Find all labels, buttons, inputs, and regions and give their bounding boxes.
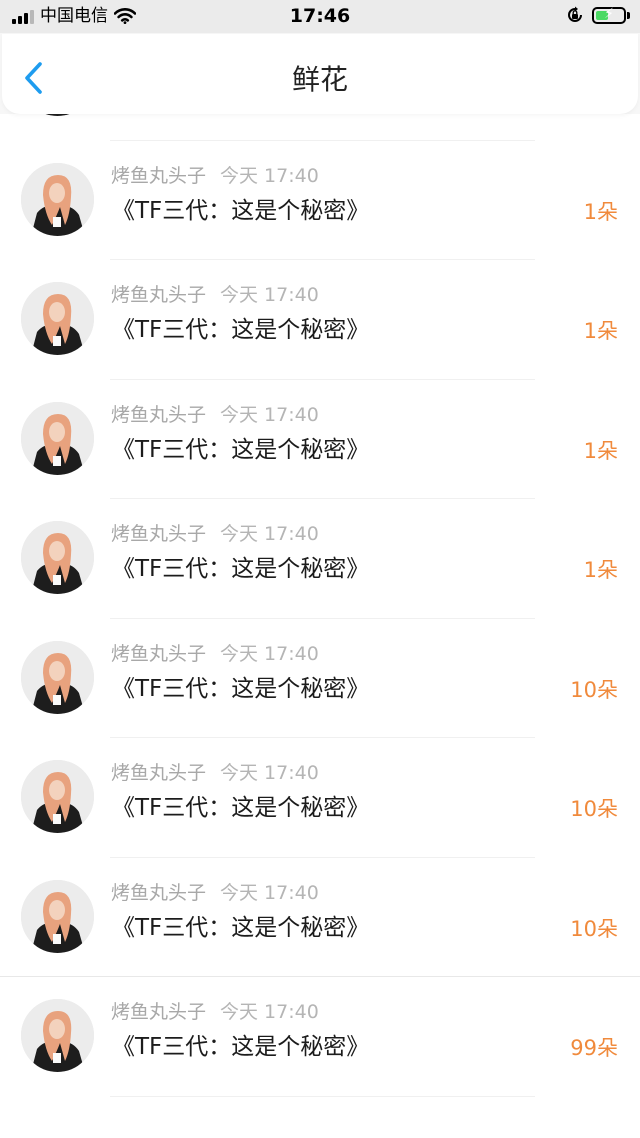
avatar[interactable] (21, 521, 94, 594)
list-item[interactable]: 烤鱼丸头子 今天 17:40 《TF三代：这是个秘密》 1朵 (0, 499, 640, 619)
sender-meta: 烤鱼丸头子 今天 17:40 (111, 521, 319, 547)
sender-name: 烤鱼丸头子 (111, 284, 207, 306)
status-time: 17:46 (289, 5, 351, 27)
sent-time: 今天 17:40 (220, 642, 319, 665)
book-title: 《TF三代：这是个秘密》 (112, 795, 370, 821)
sender-name: 烤鱼丸头子 (111, 642, 207, 665)
battery-icon: ⚡ (592, 5, 626, 24)
book-title: 《TF三代：这是个秘密》 (112, 675, 370, 702)
list-item[interactable]: 烤鱼丸头子 今天 17:40 《TF三代：这是个秘密》 10朵 (0, 619, 640, 738)
list-item[interactable]: 烤鱼丸头子 今天 17:40 《TF三代：这是个秘密》 10朵 (0, 858, 640, 977)
list-item[interactable]: 烤鱼丸头子 今天 17:40 《TF三代：这是个秘密》 1朵 (0, 260, 640, 380)
status-bar: 中国电信 17:46 ⚡ (0, 0, 640, 33)
avatar[interactable] (21, 114, 94, 116)
sender-meta: 烤鱼丸头子 今天 17:40 (111, 999, 319, 1025)
sent-time: 今天 17:40 (220, 284, 319, 306)
flower-count: 10朵 (570, 677, 618, 702)
sender-name: 烤鱼丸头子 (111, 1001, 207, 1023)
flower-count: 10朵 (570, 797, 618, 821)
sender-meta: 烤鱼丸头子 今天 17:40 (111, 760, 319, 786)
sender-name: 烤鱼丸头子 (111, 762, 207, 784)
book-title: 《TF三代：这是个秘密》 (112, 1034, 370, 1060)
sender-meta: 烤鱼丸头子 今天 17:40 (111, 282, 319, 308)
sent-time: 今天 17:40 (220, 1001, 319, 1023)
avatar[interactable] (21, 401, 94, 475)
sender-meta: 烤鱼丸头子 今天 17:40 (111, 163, 319, 189)
sent-time: 今天 17:40 (220, 523, 319, 545)
book-title: 《TF三代：这是个秘密》 (112, 556, 370, 582)
list-item[interactable]: 《TF三代：这是个秘密》 1朵 (0, 114, 640, 141)
sender-meta: 烤鱼丸头子 今天 17:40 (111, 880, 319, 906)
row-divider (110, 1095, 535, 1097)
list-item[interactable]: 烤鱼丸头子 今天 17:40 《TF三代：这是个秘密》 10朵 (0, 738, 640, 858)
nav-bar: 鲜花 (2, 34, 638, 114)
sender-meta: 烤鱼丸头子 今天 17:40 (111, 402, 319, 428)
flower-count: 1朵 (583, 199, 618, 224)
page-title: 鲜花 (291, 63, 348, 96)
list-item[interactable]: 烤鱼丸头子 今天 17:40 《TF三代：这是个秘密》 99朵 (0, 977, 640, 1097)
sent-time: 今天 17:40 (220, 403, 319, 426)
sender-name: 烤鱼丸头子 (111, 403, 207, 426)
avatar[interactable] (21, 162, 94, 236)
avatar[interactable] (21, 999, 94, 1072)
charging-bolt-icon: ⚡ (604, 5, 614, 22)
sent-time: 今天 17:40 (220, 164, 319, 187)
list-item[interactable]: 烤鱼丸头子 今天 17:40 《TF三代：这是个秘密》 1朵 (0, 380, 640, 499)
sender-meta: 烤鱼丸头子 今天 17:40 (111, 641, 319, 667)
book-title: 《TF三代：这是个秘密》 (112, 197, 370, 224)
flower-count: 1朵 (583, 438, 618, 463)
flower-count: 1朵 (583, 319, 618, 343)
avatar[interactable] (21, 640, 94, 714)
flower-count: 99朵 (570, 1036, 618, 1060)
sender-name: 烤鱼丸头子 (111, 523, 207, 545)
book-title: 《TF三代：这是个秘密》 (112, 914, 370, 941)
book-title: 《TF三代：这是个秘密》 (112, 317, 370, 343)
sender-name: 烤鱼丸头子 (111, 164, 207, 187)
book-title: 《TF三代：这是个秘密》 (112, 436, 370, 463)
sent-time: 今天 17:40 (220, 762, 319, 784)
flower-record-list[interactable]: 《TF三代：这是个秘密》 1朵 烤鱼丸头子今天 17:40 《TF三代：这是个秘… (0, 114, 640, 1138)
avatar[interactable] (21, 879, 94, 953)
flower-count: 1朵 (583, 558, 618, 582)
sent-time: 今天 17:40 (220, 881, 319, 904)
avatar[interactable] (21, 282, 94, 355)
sender-name: 烤鱼丸头子 (111, 881, 207, 904)
list-item[interactable]: 烤鱼丸头子 今天 17:40 《TF三代：这是个秘密》 1朵 (0, 141, 640, 260)
status-right: ⚡ (566, 6, 630, 24)
flower-count: 10朵 (570, 916, 618, 941)
avatar[interactable] (21, 760, 94, 833)
orientation-lock-icon (568, 6, 582, 22)
